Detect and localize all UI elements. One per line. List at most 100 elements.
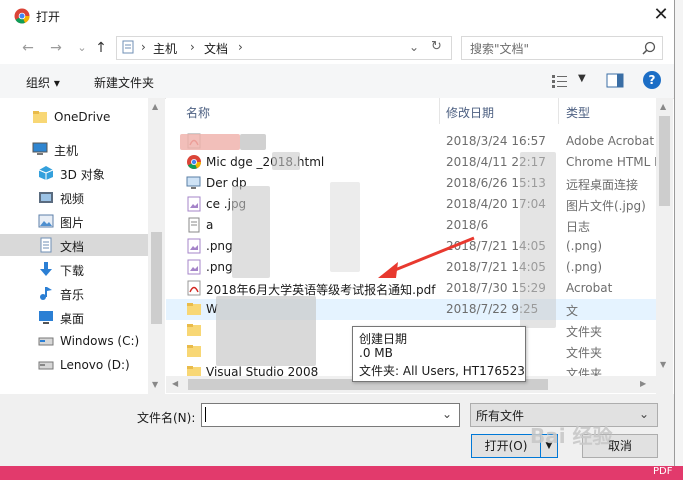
view-dropdown-icon[interactable]: ▼ <box>578 73 586 84</box>
sidebar-item-desktop[interactable]: 桌面 <box>0 306 148 328</box>
file-row[interactable]: Mic dge _2018.html 2018/4/11 22:17 Chrome … <box>166 152 663 173</box>
address-dropdown-icon[interactable]: ⌄ <box>409 40 419 54</box>
sidebar-item-downloads[interactable]: 下载 <box>0 258 148 280</box>
address-bar[interactable]: › 主机 › 文档 › ⌄ ↻ <box>116 36 452 60</box>
image-icon <box>187 238 201 254</box>
background-pdf-tag: PDF <box>653 466 673 477</box>
computer-icon <box>32 142 48 155</box>
breadcrumb-separator: › <box>141 40 146 54</box>
recent-locations-button[interactable]: ⌄ <box>72 38 92 58</box>
sidebar-scrollbar[interactable]: ▲ ▼ <box>148 98 165 394</box>
blur-mask <box>272 152 300 170</box>
column-divider[interactable] <box>558 98 559 124</box>
preview-pane-icon[interactable] <box>606 73 624 89</box>
column-divider[interactable] <box>439 98 440 124</box>
sidebar-item-documents[interactable]: 文档 <box>0 234 148 256</box>
command-bar: 组织 ▾ 新建文件夹 ▼ ? <box>0 64 674 99</box>
column-header-type[interactable]: 类型 <box>566 104 590 121</box>
scroll-up-arrow[interactable]: ▲ <box>152 102 158 111</box>
file-type: (.png) <box>566 239 603 253</box>
folder-icon <box>187 303 201 315</box>
help-button[interactable]: ? <box>643 71 661 89</box>
file-name: Mic dge _2018.html <box>206 155 325 169</box>
file-list-scrollbar[interactable]: ▲ ▼ <box>656 98 673 394</box>
file-name: .png <box>206 260 233 274</box>
sidebar-item-label: Windows (C:) <box>60 334 140 348</box>
scroll-up-arrow[interactable]: ▲ <box>660 102 666 111</box>
search-icon <box>642 41 656 55</box>
breadcrumb-item-documents[interactable]: 文档 <box>204 40 228 57</box>
sidebar-item-drive-d[interactable]: Lenovo (D:) <box>0 354 148 376</box>
file-type: 文件夹 <box>566 346 603 360</box>
back-button[interactable]: ← <box>18 38 38 58</box>
file-type: Chrome HTML D <box>566 155 664 169</box>
file-type-value: 所有文件 <box>476 409 525 423</box>
sidebar-item-onedrive[interactable]: OneDrive <box>0 106 148 128</box>
filename-label: 文件名(N): <box>137 411 196 425</box>
chrome-icon <box>14 8 30 24</box>
cube-icon <box>38 166 54 180</box>
scroll-left-arrow[interactable]: ◀ <box>172 379 178 388</box>
filename-input[interactable]: ⌄ <box>201 403 460 427</box>
file-type: Adobe Acrobat <box>566 134 655 148</box>
column-header-name[interactable]: 名称 <box>186 104 210 121</box>
close-button[interactable]: ✕ <box>650 4 672 26</box>
scroll-thumb[interactable] <box>659 116 670 206</box>
file-name: a <box>206 218 214 232</box>
tooltip-created: 创建日期 <box>359 332 408 346</box>
sidebar-item-label: 文档 <box>60 240 85 254</box>
documents-icon <box>122 40 134 54</box>
scroll-down-arrow[interactable]: ▼ <box>660 360 666 369</box>
sidebar-item-3d-objects[interactable]: 3D 对象 <box>0 162 148 184</box>
scroll-down-arrow[interactable]: ▼ <box>152 380 158 389</box>
sidebar-item-host[interactable]: 主机 <box>0 138 148 160</box>
new-folder-button[interactable]: 新建文件夹 <box>94 74 154 91</box>
tooltip-folders: 文件夹: All Users, HT176523 <box>359 364 525 378</box>
title-bar: 打开 ✕ <box>0 0 674 32</box>
breadcrumb-separator: › <box>238 40 243 54</box>
background-taskbar-strip <box>0 466 683 480</box>
search-box[interactable]: 搜索"文档" <box>461 36 663 60</box>
sidebar-item-videos[interactable]: 视频 <box>0 186 148 208</box>
remote-desktop-icon <box>186 176 201 189</box>
sidebar-item-music[interactable]: 音乐 <box>0 282 148 304</box>
scroll-thumb[interactable] <box>151 232 162 324</box>
window-title: 打开 <box>36 10 61 24</box>
breadcrumb-item-host[interactable]: 主机 <box>153 40 177 57</box>
text-caret <box>205 407 206 422</box>
navigation-pane: OneDrive 主机 3D 对象 视频 图片 文档 下载 音乐 桌面 Wind… <box>0 98 165 394</box>
file-type: (.png) <box>566 260 603 274</box>
document-icon <box>40 237 52 253</box>
folder-icon <box>187 324 201 336</box>
column-header-row: 名称 修改日期 类型 <box>166 98 656 124</box>
sidebar-item-label: 桌面 <box>60 312 85 326</box>
view-options-icon[interactable] <box>552 74 568 88</box>
search-input[interactable]: 搜索"文档" <box>470 40 529 57</box>
pdf-icon <box>187 280 201 296</box>
watermark-logo: Bai 经验 <box>530 424 613 448</box>
sidebar-item-label: Lenovo (D:) <box>60 358 130 372</box>
download-icon <box>40 262 52 276</box>
drive-icon <box>38 337 54 346</box>
organize-button[interactable]: 组织 ▾ <box>26 74 60 91</box>
filename-dropdown-icon[interactable]: ⌄ <box>442 407 452 421</box>
sidebar-item-label: 下载 <box>60 264 85 278</box>
file-name: .png <box>206 239 233 253</box>
sidebar-item-pictures[interactable]: 图片 <box>0 210 148 232</box>
background-window <box>674 0 683 480</box>
sidebar-item-label: 3D 对象 <box>60 168 105 182</box>
up-button[interactable]: ↑ <box>91 38 111 58</box>
open-file-dialog: 打开 ✕ ← → ⌄ ↑ › 主机 › 文档 › ⌄ ↻ 搜索"文档" 组织 ▾… <box>0 0 675 466</box>
column-header-date[interactable]: 修改日期 <box>446 104 494 121</box>
annotation-arrow <box>378 236 475 278</box>
refresh-button[interactable]: ↻ <box>431 39 442 54</box>
sidebar-item-label: 音乐 <box>60 288 85 302</box>
forward-button[interactable]: → <box>46 38 66 58</box>
blur-mask <box>216 296 316 366</box>
file-tooltip: 创建日期 .0 MB 文件夹: All Users, HT176523 <box>352 326 526 382</box>
scroll-right-arrow[interactable]: ▶ <box>640 379 646 388</box>
drive-icon <box>38 361 54 370</box>
blur-mask <box>520 152 556 328</box>
sidebar-item-drive-c[interactable]: Windows (C:) <box>0 330 148 352</box>
folder-icon <box>187 345 201 357</box>
